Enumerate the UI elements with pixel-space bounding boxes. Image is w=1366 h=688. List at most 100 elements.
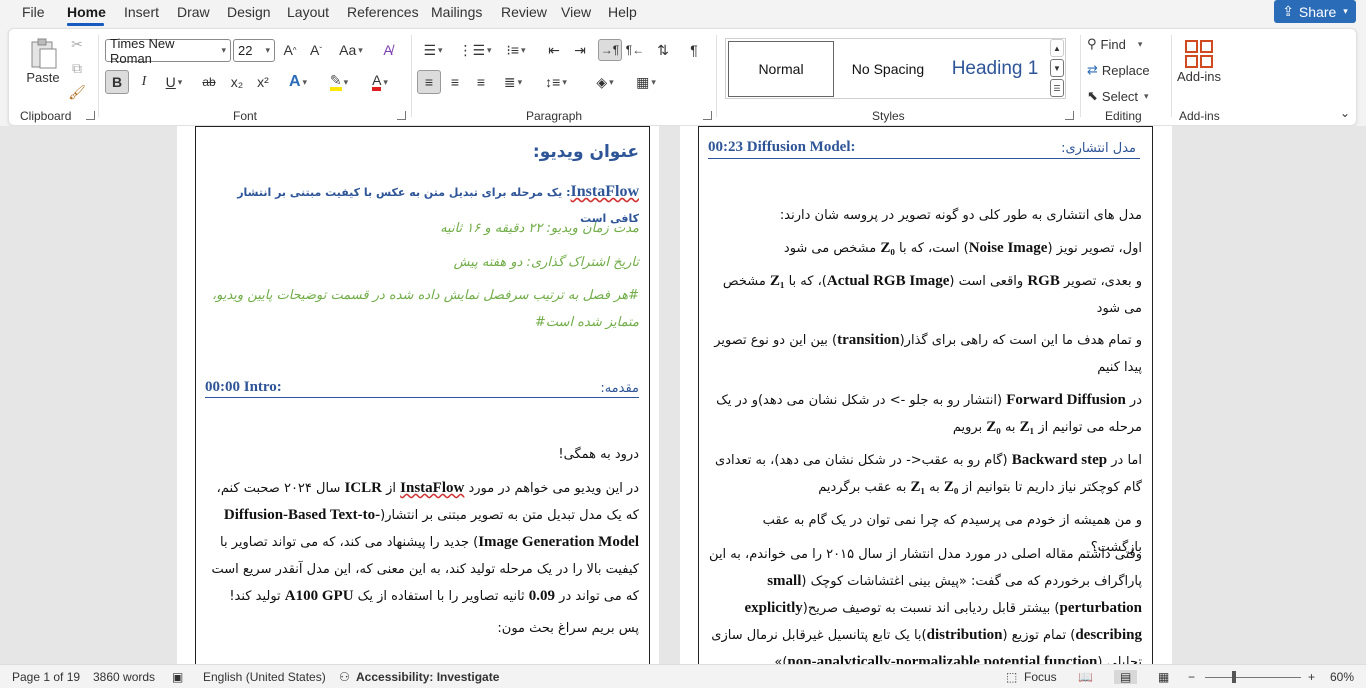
tab-help[interactable]: Help — [608, 4, 637, 20]
copy-icon[interactable]: ⧉ — [67, 59, 87, 77]
align-center-icon[interactable]: ≡ — [443, 70, 467, 94]
text-run-bold: transition — [837, 332, 900, 348]
styles-launcher-icon[interactable] — [1065, 111, 1074, 120]
proofing-icon[interactable]: ▣ — [172, 670, 183, 684]
chevron-down-icon: ▾ — [1144, 90, 1149, 101]
superscript-button[interactable]: x² — [251, 70, 275, 94]
add-ins-button[interactable]: Add-ins — [1175, 33, 1223, 89]
bold-button[interactable]: B — [105, 70, 129, 94]
grow-font-button[interactable]: A ^ — [279, 39, 301, 61]
text-effects-button[interactable]: A ▾ — [281, 70, 315, 94]
text-box-left[interactable]: عنوان ویدیو: InstaFlow: یک مرحله برای تب… — [195, 126, 650, 671]
decrease-indent-icon[interactable]: ⇤ — [543, 39, 565, 61]
bullets-icon: ☰ — [423, 41, 437, 58]
style-no-spacing[interactable]: No Spacing — [836, 41, 940, 97]
change-case-button[interactable]: Aa ▾ — [333, 39, 369, 61]
clear-formatting-icon[interactable]: A̸ — [377, 39, 399, 61]
text-run: )، که با — [784, 274, 827, 289]
align-right-icon[interactable]: ≡ — [469, 70, 493, 94]
add-ins-icon — [1185, 39, 1213, 68]
font-size-combo[interactable]: 22 ▾ — [233, 39, 275, 62]
text-run-bold: Actual RGB Image — [826, 273, 950, 289]
italic-button[interactable]: I — [133, 70, 155, 94]
tab-design[interactable]: Design — [227, 4, 271, 20]
select-button[interactable]: ⬉ Select ▾ — [1087, 86, 1167, 106]
tab-home[interactable]: Home — [67, 4, 106, 20]
zoom-out-icon[interactable]: − — [1188, 670, 1195, 684]
styles-scroll-down-icon[interactable]: ▼ — [1050, 59, 1064, 77]
language-indicator[interactable]: English (United States) — [203, 670, 326, 684]
text-box-right[interactable]: 00:23 Diffusion Model: مدل انتشاری: مدل … — [698, 126, 1153, 671]
numbering-button[interactable]: ⋮☰ ▾ — [457, 39, 493, 61]
read-mode-icon[interactable]: 📖 — [1078, 670, 1093, 684]
line-spacing-button[interactable]: ↕≡ ▾ — [539, 70, 573, 94]
underline-button[interactable]: U ▾ — [157, 70, 191, 94]
font-launcher-icon[interactable] — [397, 111, 406, 120]
tab-references[interactable]: References — [347, 4, 419, 20]
tab-review[interactable]: Review — [501, 4, 547, 20]
justify-button[interactable]: ≣ ▾ — [497, 70, 529, 94]
ltr-direction-icon[interactable]: →¶ — [598, 39, 622, 61]
strikethrough-button[interactable]: ab — [197, 70, 221, 94]
show-formatting-button[interactable]: ¶ — [683, 39, 705, 61]
subscript-button[interactable]: x₂ — [225, 70, 249, 94]
increase-indent-icon[interactable]: ⇥ — [569, 39, 591, 61]
chevron-down-icon: ▾ — [302, 76, 308, 87]
text-run: اما در — [1107, 453, 1142, 468]
focus-icon: ⬚ — [1006, 670, 1018, 684]
zoom-slider-thumb[interactable] — [1232, 671, 1236, 683]
text-run: و بعدی، تصویر — [1059, 274, 1142, 289]
zoom-in-icon[interactable]: + — [1308, 670, 1315, 684]
clipboard-icon — [31, 38, 57, 68]
focus-button[interactable]: Focus — [1024, 670, 1057, 684]
clipboard-launcher-icon[interactable] — [86, 111, 95, 120]
tab-insert[interactable]: Insert — [124, 4, 159, 20]
paragraph-intro: در این ویدیو می خواهم در مورد InstaFlow … — [205, 475, 639, 610]
web-layout-icon[interactable]: ▦ — [1158, 670, 1169, 684]
divider — [1080, 35, 1081, 117]
accessibility-icon: ⚇ — [339, 670, 350, 684]
print-layout-icon[interactable]: ▤ — [1114, 670, 1138, 684]
cut-icon[interactable]: ✂ — [67, 35, 87, 53]
bullets-button[interactable]: ☰ ▾ — [417, 39, 449, 61]
tab-view[interactable]: View — [561, 4, 591, 20]
tab-mailings[interactable]: Mailings — [431, 4, 482, 20]
accessibility-status[interactable]: Accessibility: Investigate — [356, 670, 499, 684]
paragraph-group-label: Paragraph — [526, 109, 583, 123]
shrink-font-button[interactable]: Aˇ — [305, 39, 327, 61]
word-count[interactable]: 3860 words — [93, 670, 155, 684]
multilevel-list-button[interactable]: ⁝≡ ▾ — [499, 39, 533, 61]
find-button[interactable]: ⚲ Find ▾ — [1087, 34, 1155, 54]
page-right: 00:23 Diffusion Model: مدل انتشاری: مدل … — [680, 126, 1172, 671]
replace-button[interactable]: ⇄ Replace — [1087, 60, 1169, 80]
share-button[interactable]: ⇪ Share ▾ — [1274, 0, 1356, 23]
style-heading-1[interactable]: Heading 1 — [942, 41, 1048, 97]
rtl-direction-icon[interactable]: ¶← — [624, 39, 646, 61]
zoom-slider-track[interactable] — [1205, 677, 1301, 678]
paste-button[interactable]: Paste — [23, 33, 63, 89]
shading-button[interactable]: ◈ ▾ — [587, 70, 623, 94]
paragraph-launcher-icon[interactable] — [703, 111, 712, 120]
text-run: ) تمام توزیع ( — [1002, 628, 1076, 643]
menu-bar: File Home Insert Draw Design Layout Refe… — [0, 0, 1366, 26]
format-painter-icon[interactable]: 🖌 — [67, 83, 87, 101]
zoom-level[interactable]: 60% — [1330, 670, 1354, 684]
chevron-down-icon: ▾ — [221, 45, 226, 55]
font-name-value: Times New Roman — [110, 35, 175, 66]
page-count[interactable]: Page 1 of 19 — [12, 670, 80, 684]
style-normal[interactable]: Normal — [728, 41, 834, 97]
borders-button[interactable]: ▦ ▾ — [629, 70, 663, 94]
highlight-button[interactable]: ✎ ▾ — [321, 70, 357, 94]
styles-scroll-up-icon[interactable]: ▲ — [1050, 39, 1064, 57]
tab-draw[interactable]: Draw — [177, 4, 210, 20]
sort-icon[interactable]: ⇅ — [652, 39, 674, 61]
font-name-combo[interactable]: Times New Roman ▾ — [105, 36, 231, 66]
align-left-icon[interactable]: ≡ — [417, 70, 441, 94]
font-color-button[interactable]: A ▾ — [363, 70, 397, 94]
text-run-bold: Noise Image — [968, 240, 1048, 256]
tab-layout[interactable]: Layout — [287, 4, 329, 20]
font-size-value: 22 — [238, 43, 253, 58]
styles-more-icon[interactable]: ☰ — [1050, 79, 1064, 97]
tab-file[interactable]: File — [22, 4, 45, 20]
collapse-ribbon-icon[interactable]: ⌄ — [1337, 105, 1353, 121]
